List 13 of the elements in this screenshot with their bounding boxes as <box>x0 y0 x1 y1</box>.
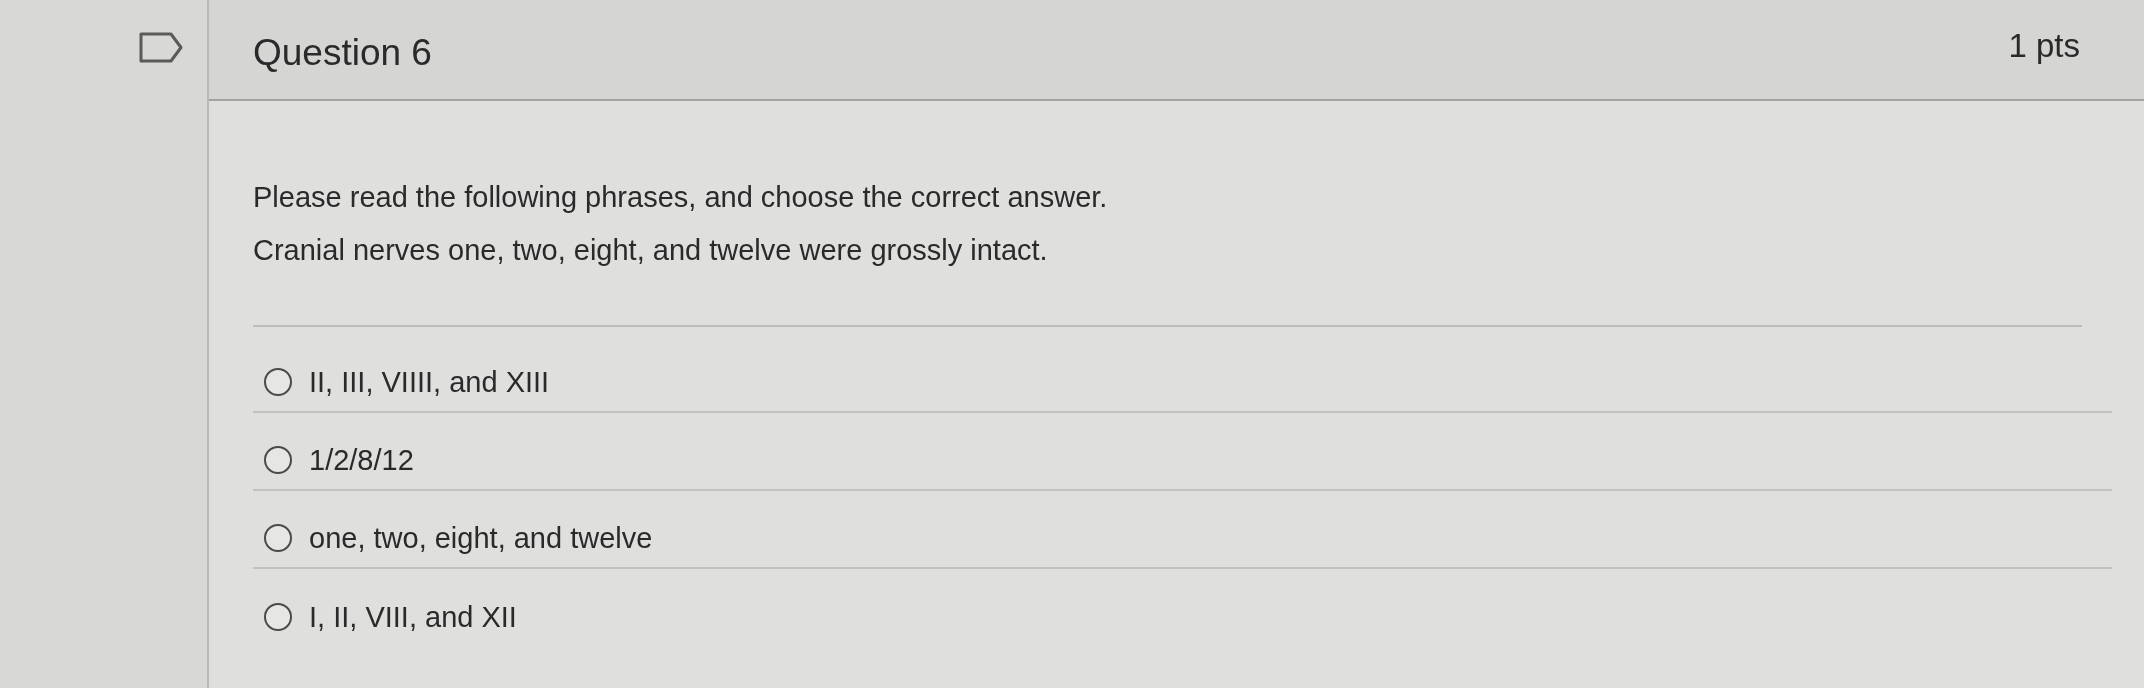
radio-button[interactable] <box>264 603 292 631</box>
answer-text: II, III, VIIII, and XIII <box>309 365 550 400</box>
points-label: 1 pts <box>2008 25 2080 66</box>
radio-button[interactable] <box>264 446 292 474</box>
prompt-text: Cranial nerves one, two, eight, and twelve were grossly intact. <box>253 233 1049 268</box>
radio-button[interactable] <box>264 368 292 396</box>
question-title: Question 6 <box>253 30 432 75</box>
answer-text: one, two, eight, and twelve <box>309 521 653 556</box>
answer-text: 1/2/8/12 <box>309 443 414 478</box>
answer-text: I, II, VIII, and XII <box>309 600 517 635</box>
flag-icon[interactable] <box>139 32 183 63</box>
prompt-text: Please read the following phrases, and choose the correct answer. <box>253 180 1109 215</box>
radio-button[interactable] <box>264 524 292 552</box>
